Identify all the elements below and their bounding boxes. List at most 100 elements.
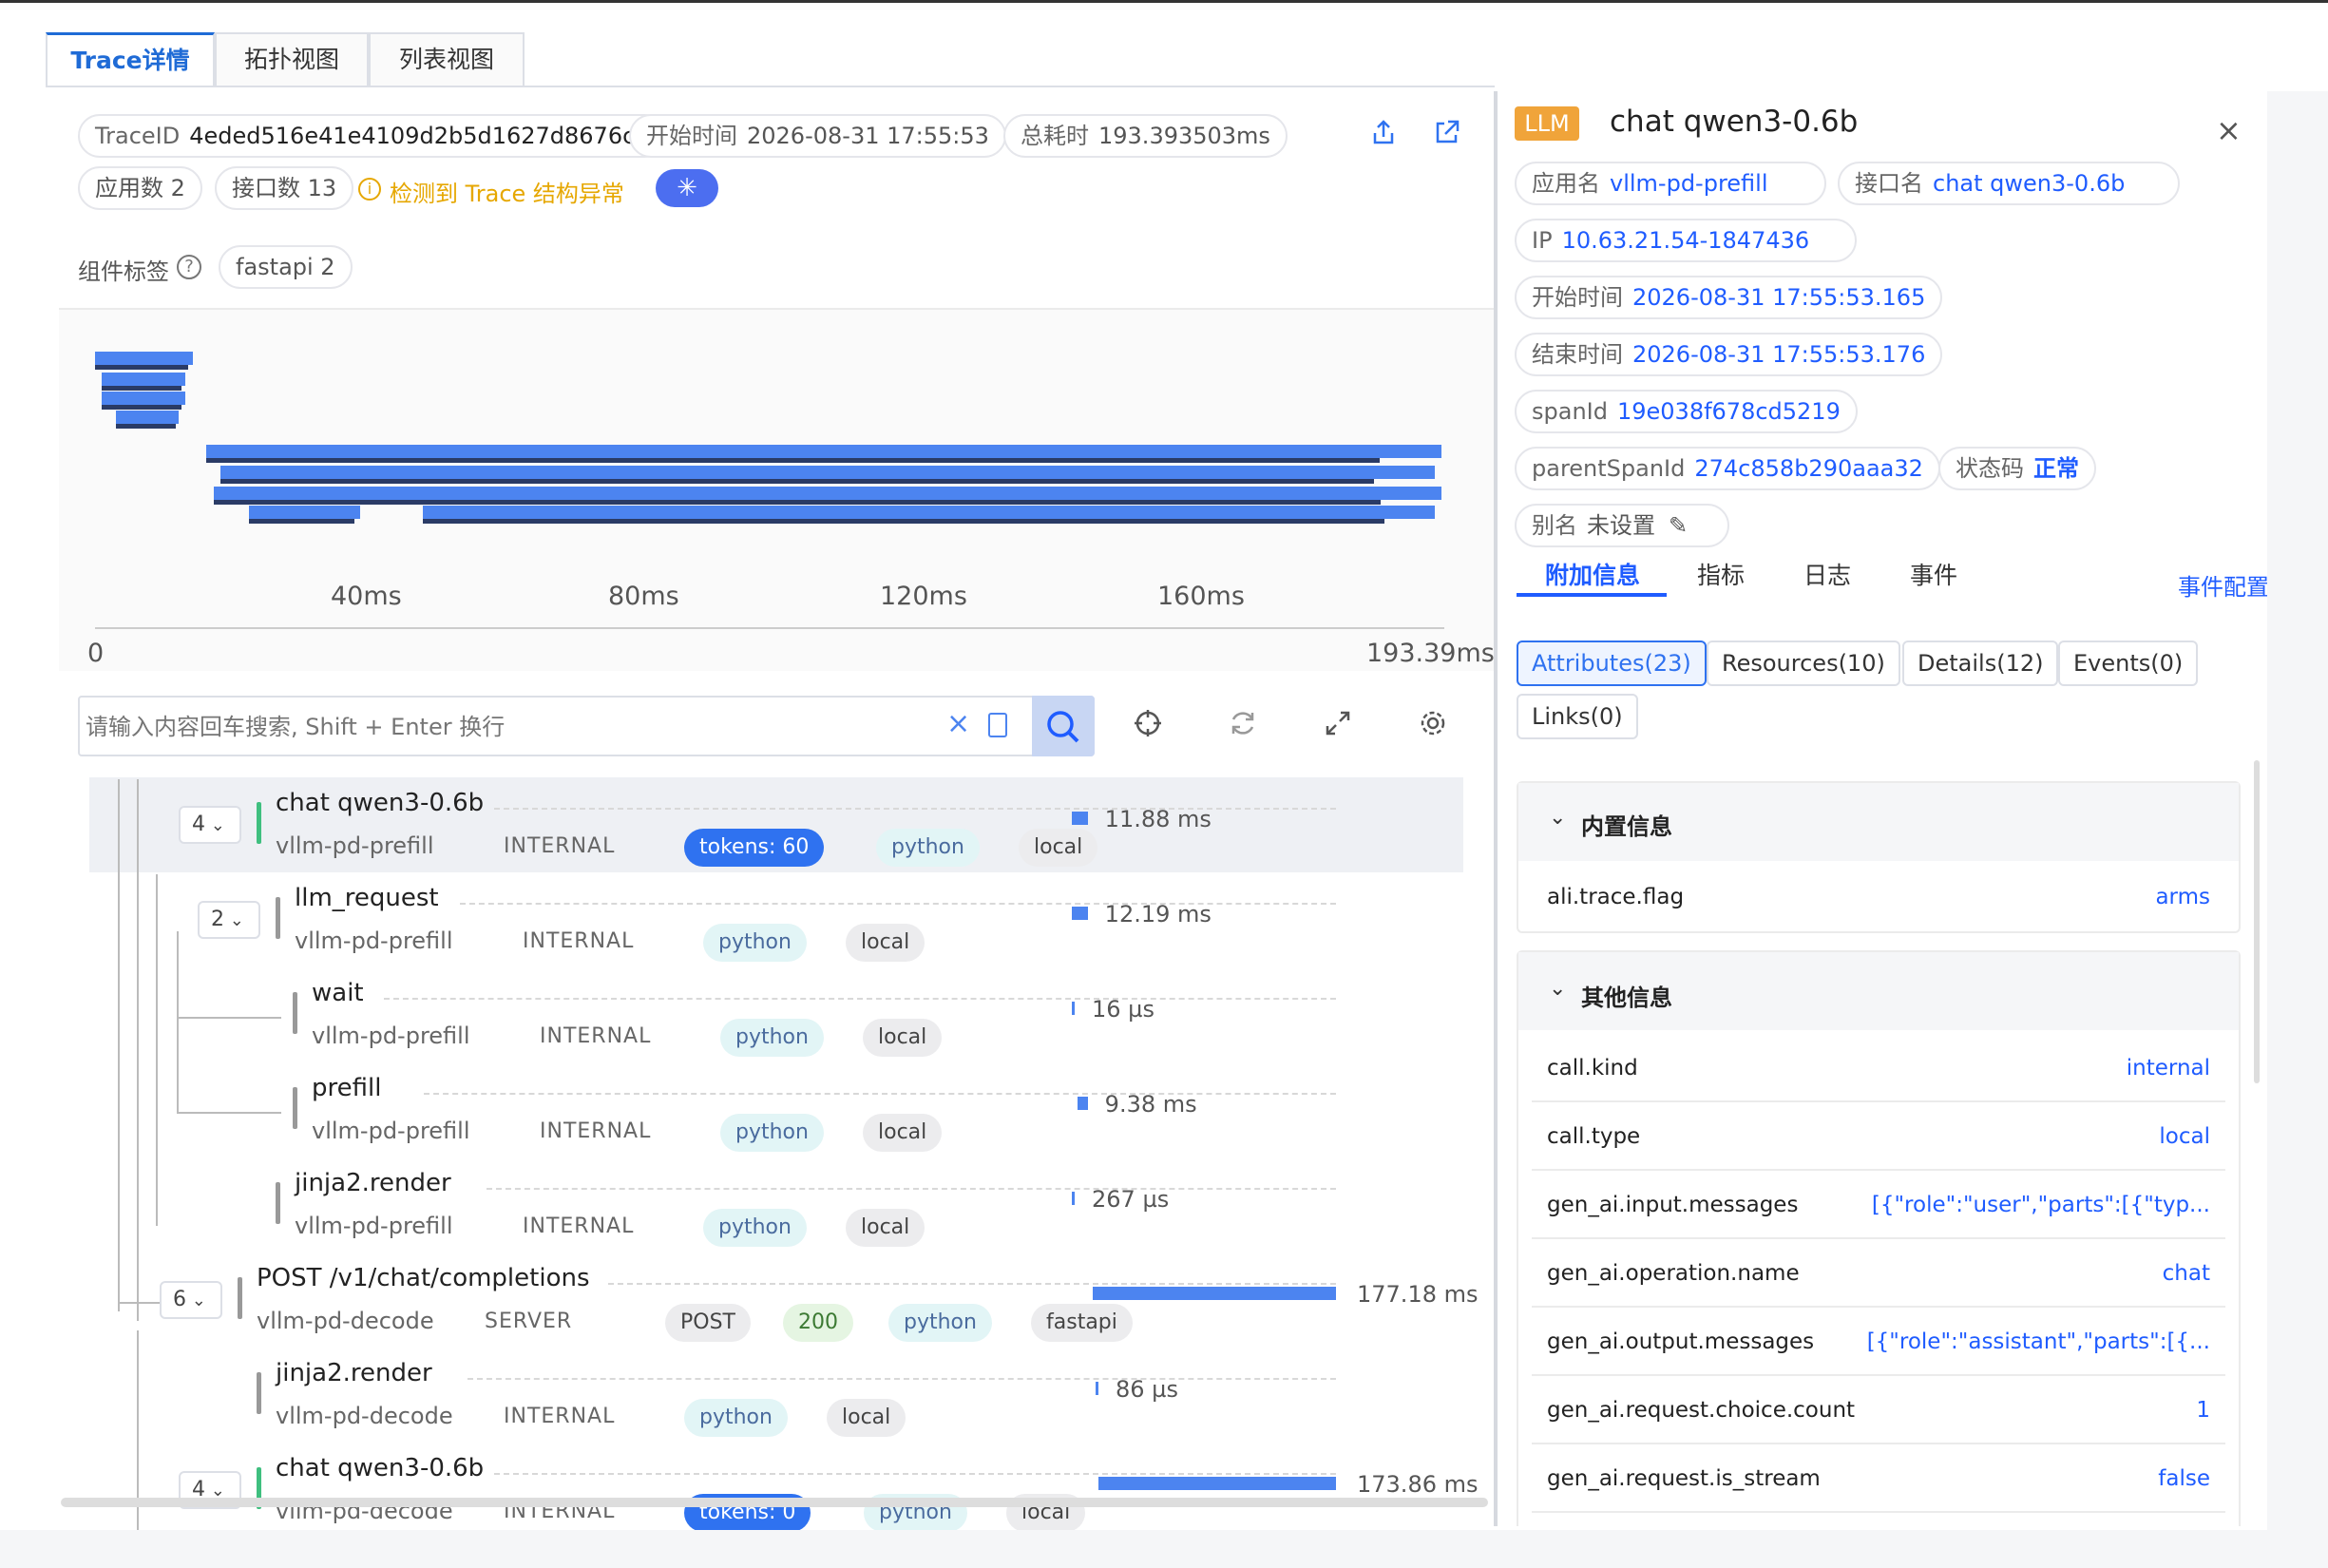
horizontal-scrollbar[interactable]: [61, 1498, 1488, 1507]
iface-name-value[interactable]: chat qwen3-0.6b: [1933, 170, 2125, 197]
expand-stepper[interactable]: 4 ⌄: [179, 806, 241, 844]
search-input[interactable]: [86, 703, 922, 751]
span-name[interactable]: POST /v1/chat/completions: [257, 1264, 590, 1292]
attribute-row: gen_ai.request.choice.count 1: [1532, 1376, 2225, 1444]
edit-pencil-icon[interactable]: ✎: [1669, 512, 1688, 539]
attribute-key: gen_ai.request.choice.count: [1547, 1398, 1856, 1423]
fastapi-tag[interactable]: fastapi 2: [219, 245, 353, 289]
attribute-value[interactable]: false: [2158, 1444, 2210, 1513]
tab-metrics[interactable]: 指标: [1697, 557, 1745, 591]
iface-count-pill: 接口数 13: [215, 166, 354, 210]
tab-events[interactable]: 事件: [1910, 557, 1957, 591]
span-name[interactable]: llm_request: [295, 884, 439, 912]
span-kind: SERVER: [485, 1310, 573, 1333]
attribute-row: gen_ai.input.messages [{"role":"user","pa…: [1532, 1171, 2225, 1239]
timeline-bar: [248, 506, 360, 519]
attribute-key: gen_ai.request.is_stream: [1547, 1466, 1821, 1491]
parent-span-value[interactable]: 274c858b290aaa32: [1694, 455, 1923, 482]
tree-line: [137, 1330, 139, 1539]
tab-trace-detail[interactable]: Trace详情: [46, 32, 215, 87]
span-kind: INTERNAL: [504, 834, 616, 858]
span-app: vllm-pd-prefill: [295, 1213, 453, 1239]
attribute-value[interactable]: local: [2159, 1102, 2210, 1171]
expand-stepper[interactable]: 2 ⌄: [198, 901, 260, 939]
span-tag: local: [1019, 829, 1098, 867]
tab-topology[interactable]: 拓扑视图: [215, 32, 369, 87]
span-name[interactable]: jinja2.render: [295, 1169, 451, 1197]
alias-value: 未设置: [1587, 512, 1655, 539]
page-edge: [2267, 91, 2328, 1568]
subtab-resources[interactable]: Resources(10): [1707, 641, 1900, 686]
help-icon[interactable]: ?: [177, 255, 201, 279]
span-name[interactable]: chat qwen3-0.6b: [276, 789, 484, 817]
span-name[interactable]: jinja2.render: [276, 1359, 432, 1387]
llm-badge: LLM: [1515, 106, 1579, 141]
alias-pill[interactable]: 别名 未设置 ✎: [1515, 504, 1729, 547]
open-external-icon[interactable]: [1429, 118, 1463, 154]
paste-icon[interactable]: [988, 713, 1007, 737]
span-tag: 200: [783, 1304, 853, 1342]
builtin-section-title: 内置信息: [1581, 813, 1672, 840]
tab-extra-info[interactable]: 附加信息: [1545, 557, 1640, 591]
refresh-icon[interactable]: [1224, 708, 1262, 746]
tree-connector: [177, 1017, 281, 1019]
span-indent-bar: [276, 1182, 280, 1224]
start-value: 2026-08-31 17:55:53.165: [1632, 284, 1926, 311]
subtab-details[interactable]: Details(12): [1902, 641, 2059, 686]
start-time-value: 2026-08-31 17:55:53: [747, 123, 989, 149]
tab-logs[interactable]: 日志: [1803, 557, 1851, 591]
tab-underline: [46, 86, 1495, 87]
builtin-row: ali.trace.flag arms: [1532, 863, 2225, 931]
span-duration-bar: [1072, 1002, 1075, 1015]
status-pill: 状态码 正常: [1938, 447, 2096, 490]
settings-gear-icon[interactable]: [1414, 708, 1452, 746]
attribute-row: gen_ai.request.is_stream false: [1532, 1444, 2225, 1513]
attribute-value[interactable]: chat: [2163, 1239, 2210, 1308]
span-tag: local: [846, 924, 925, 962]
timeline-bar: [206, 445, 1442, 458]
span-app: vllm-pd-decode: [276, 1403, 453, 1429]
span-duration-bar: [1072, 812, 1088, 825]
chevron-down-icon-2[interactable]: ⌄: [1549, 977, 1566, 1001]
timeline-bar: [423, 506, 1435, 519]
vertical-scrollbar[interactable]: [2254, 760, 2260, 1083]
tab-list-view[interactable]: 列表视图: [369, 32, 525, 87]
span-name[interactable]: chat qwen3-0.6b: [276, 1454, 484, 1482]
span-tag: fastapi: [1031, 1304, 1133, 1342]
tick-40ms: 40ms: [331, 582, 402, 611]
tree-line: [118, 779, 120, 1311]
span-name[interactable]: prefill: [312, 1074, 381, 1102]
status-label: 状态码: [1956, 455, 2024, 482]
tree-connector: [118, 1302, 162, 1304]
attribute-value[interactable]: internal: [2127, 1034, 2210, 1102]
chevron-down-icon[interactable]: ⌄: [1549, 806, 1566, 830]
search-button[interactable]: [1032, 696, 1095, 756]
builtin-value: arms: [2155, 885, 2210, 909]
ip-value[interactable]: 10.63.21.54-1847436: [1562, 227, 1810, 254]
expand-stepper[interactable]: 6 ⌄: [160, 1281, 222, 1319]
span-name[interactable]: wait: [312, 979, 364, 1007]
share-icon[interactable]: [1366, 118, 1401, 154]
span-tag: python: [703, 1209, 807, 1247]
span-tag: POST: [665, 1304, 751, 1342]
subtab-attributes[interactable]: Attributes(23): [1517, 641, 1707, 686]
ai-toggle-button[interactable]: ✳: [656, 169, 718, 207]
stepper-count: 4: [192, 813, 205, 836]
subtab-links[interactable]: Links(0): [1517, 694, 1638, 739]
subtab-events[interactable]: Events(0): [2058, 641, 2199, 686]
span-tag: tokens: 60: [684, 829, 825, 867]
trace-id-pill[interactable]: TraceID 4eded516e41e4109d2b5d1627d8676ca: [78, 114, 666, 158]
span-duration-bar: [1072, 907, 1088, 920]
event-config-link[interactable]: 事件配置: [2178, 568, 2269, 602]
expand-icon[interactable]: [1319, 708, 1357, 746]
span-tag: python: [876, 829, 980, 867]
close-icon[interactable]: ×: [2216, 112, 2242, 148]
app-name-value[interactable]: vllm-pd-prefill: [1610, 170, 1768, 197]
span-id-value[interactable]: 19e038f678cd5219: [1617, 398, 1841, 425]
locate-icon[interactable]: [1129, 708, 1167, 746]
attribute-value[interactable]: [{"role":"user","parts":[{"typ...: [1872, 1171, 2210, 1239]
attribute-value[interactable]: [{"role":"assistant","parts":[{...: [1867, 1308, 2210, 1376]
span-kind: INTERNAL: [523, 929, 635, 953]
attribute-value[interactable]: 1: [2196, 1376, 2210, 1444]
clear-icon[interactable]: ×: [946, 707, 970, 740]
